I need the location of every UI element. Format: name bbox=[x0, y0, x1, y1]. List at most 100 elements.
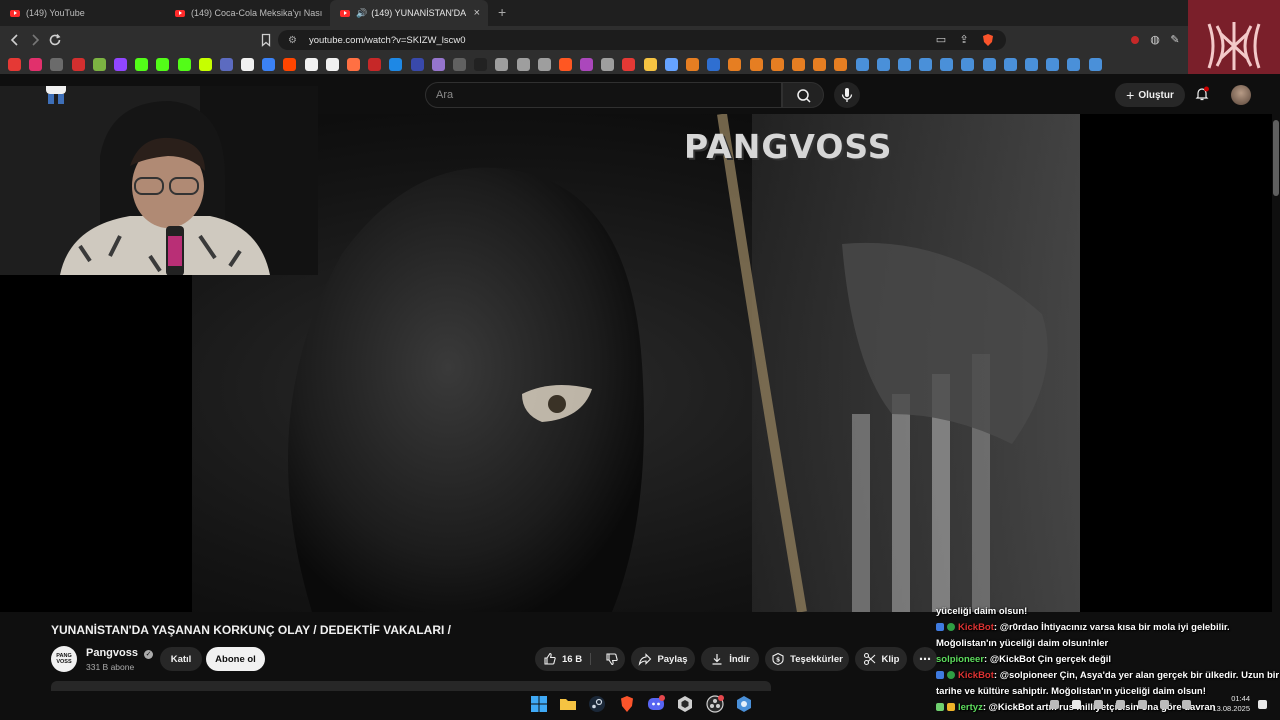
more-actions-button[interactable]: ⋯ bbox=[913, 647, 937, 671]
page-scrollbar-thumb[interactable] bbox=[1273, 120, 1279, 196]
site-settings-icon[interactable]: ⚙ bbox=[288, 35, 297, 46]
bookmark-favicon-icon[interactable] bbox=[198, 57, 212, 71]
bookmark-favicon-icon[interactable] bbox=[601, 57, 615, 71]
bookmark-favicon-icon[interactable] bbox=[92, 57, 106, 71]
tab-current-video[interactable]: 🔊 (149) YUNANİSTAN'DA YAŞAN × bbox=[330, 0, 488, 26]
bookmark-page-icon[interactable] bbox=[257, 31, 275, 49]
bookmark-favicon-icon[interactable] bbox=[495, 57, 509, 71]
back-icon[interactable] bbox=[6, 31, 24, 49]
bookmark-favicon-icon[interactable] bbox=[135, 57, 149, 71]
bookmark-favicon-icon[interactable] bbox=[982, 57, 996, 71]
bookmark-favicon-icon[interactable] bbox=[474, 57, 488, 71]
file-explorer-icon[interactable] bbox=[559, 695, 577, 713]
bookmark-favicon-icon[interactable] bbox=[876, 57, 890, 71]
speaker-icon[interactable]: 🔊 bbox=[356, 8, 367, 19]
notifications-button[interactable] bbox=[1194, 86, 1210, 102]
thanks-button[interactable]: $ Teşekkürler bbox=[765, 647, 849, 671]
system-clock[interactable]: 01:44 13.08.2025 bbox=[1206, 694, 1250, 714]
tab-youtube-home[interactable]: (149) YouTube bbox=[0, 0, 165, 26]
bookmark-favicon-icon[interactable] bbox=[728, 57, 742, 71]
bookmark-favicon-icon[interactable] bbox=[558, 57, 572, 71]
bookmark-favicon-icon[interactable] bbox=[834, 57, 848, 71]
download-button[interactable]: İndir bbox=[701, 647, 759, 671]
bookmark-favicon-icon[interactable] bbox=[177, 57, 191, 71]
subscribe-button[interactable]: Abone ol bbox=[206, 647, 265, 671]
bookmark-favicon-icon[interactable] bbox=[897, 57, 911, 71]
dislike-button[interactable] bbox=[605, 652, 619, 666]
tray-network-icon[interactable] bbox=[1094, 700, 1103, 709]
bookmark-favicon-icon[interactable] bbox=[537, 57, 551, 71]
steam-icon[interactable] bbox=[588, 695, 606, 713]
bookmark-favicon-icon[interactable] bbox=[961, 57, 975, 71]
extension-grey-icon[interactable]: ✎ bbox=[1168, 33, 1182, 47]
bookmark-favicon-icon[interactable] bbox=[410, 57, 424, 71]
bookmark-favicon-icon[interactable] bbox=[50, 57, 64, 71]
obs-icon[interactable] bbox=[676, 695, 694, 713]
forward-icon[interactable] bbox=[26, 31, 44, 49]
channel-name[interactable]: Pangvoss ✓ bbox=[86, 647, 154, 659]
bookmark-favicon-icon[interactable] bbox=[919, 57, 933, 71]
tab-coca-cola-video[interactable]: (149) Coca-Cola Meksika'yı Nasıl Ele bbox=[165, 0, 330, 26]
windows-start-icon[interactable] bbox=[530, 695, 548, 713]
bookmark-favicon-icon[interactable] bbox=[347, 57, 360, 71]
tab-close-icon[interactable]: × bbox=[474, 7, 480, 19]
bookmark-favicon-icon[interactable] bbox=[113, 57, 127, 71]
bookmark-favicon-icon[interactable] bbox=[580, 57, 594, 71]
search-input[interactable]: Ara bbox=[425, 82, 782, 108]
bookmark-favicon-icon[interactable] bbox=[262, 57, 276, 71]
account-avatar[interactable] bbox=[1231, 85, 1251, 105]
tray-power-icon[interactable] bbox=[1160, 700, 1169, 709]
bookmark-favicon-icon[interactable] bbox=[1088, 57, 1102, 71]
extension-red-icon[interactable] bbox=[1128, 33, 1142, 47]
bookmark-favicon-icon[interactable] bbox=[156, 57, 170, 71]
cast-icon[interactable]: ▭ bbox=[934, 33, 948, 47]
share-page-icon[interactable]: ⇪ bbox=[957, 33, 971, 47]
bookmark-favicon-icon[interactable] bbox=[791, 57, 805, 71]
bookmark-favicon-icon[interactable] bbox=[452, 57, 466, 71]
discord-icon[interactable] bbox=[647, 695, 665, 713]
notification-center-icon[interactable] bbox=[1258, 700, 1267, 709]
bookmark-favicon-icon[interactable] bbox=[368, 57, 382, 71]
like-button[interactable]: 16 B bbox=[543, 652, 582, 666]
bookmark-favicon-icon[interactable] bbox=[1003, 57, 1017, 71]
app-settings-icon[interactable] bbox=[735, 695, 753, 713]
reload-icon[interactable] bbox=[46, 31, 64, 49]
bookmark-favicon-icon[interactable] bbox=[1025, 57, 1038, 71]
clip-button[interactable]: Klip bbox=[855, 647, 907, 671]
bookmark-favicon-icon[interactable] bbox=[940, 57, 954, 71]
bookmark-favicon-icon[interactable] bbox=[8, 57, 21, 71]
bookmark-favicon-icon[interactable] bbox=[219, 57, 233, 71]
bookmark-favicon-icon[interactable] bbox=[241, 57, 255, 71]
search-button[interactable] bbox=[782, 82, 824, 108]
brave-shield-icon[interactable] bbox=[981, 33, 995, 47]
extension-wifi-icon[interactable]: ◍ bbox=[1148, 33, 1162, 47]
bookmark-favicon-icon[interactable] bbox=[516, 57, 530, 71]
tray-volume-icon[interactable] bbox=[1138, 700, 1147, 709]
share-button[interactable]: Paylaş bbox=[631, 647, 695, 671]
bookmark-favicon-icon[interactable] bbox=[664, 57, 678, 71]
bookmark-favicon-icon[interactable] bbox=[770, 57, 784, 71]
bookmark-favicon-icon[interactable] bbox=[389, 57, 403, 71]
bookmark-favicon-icon[interactable] bbox=[283, 57, 297, 71]
voice-search-button[interactable] bbox=[834, 82, 860, 108]
join-button[interactable]: Katıl bbox=[160, 647, 202, 671]
bookmark-favicon-icon[interactable] bbox=[304, 57, 318, 71]
bookmark-favicon-icon[interactable] bbox=[622, 57, 636, 71]
bookmark-favicon-icon[interactable] bbox=[686, 57, 699, 71]
bookmark-favicon-icon[interactable] bbox=[749, 57, 763, 71]
new-tab-button[interactable]: + bbox=[488, 0, 516, 26]
tray-chevron-icon[interactable] bbox=[1050, 700, 1059, 709]
tray-wifi-icon[interactable] bbox=[1182, 700, 1191, 709]
tray-app-icon[interactable] bbox=[1072, 700, 1081, 709]
create-button[interactable]: + Oluştur bbox=[1115, 83, 1185, 107]
obs-studio-icon[interactable] bbox=[706, 695, 724, 713]
tray-steam-icon[interactable] bbox=[1116, 700, 1125, 709]
address-bar[interactable]: ⚙ youtube.com/watch?v=SKIZW_lscw0 bbox=[278, 30, 1006, 50]
bookmark-favicon-icon[interactable] bbox=[643, 57, 657, 71]
brave-browser-icon[interactable] bbox=[618, 695, 636, 713]
bookmark-favicon-icon[interactable] bbox=[813, 57, 827, 71]
bookmark-favicon-icon[interactable] bbox=[707, 57, 721, 71]
channel-avatar[interactable]: PANG VOSS bbox=[51, 646, 77, 672]
bookmark-favicon-icon[interactable] bbox=[71, 57, 85, 71]
bookmark-favicon-icon[interactable] bbox=[1067, 57, 1081, 71]
